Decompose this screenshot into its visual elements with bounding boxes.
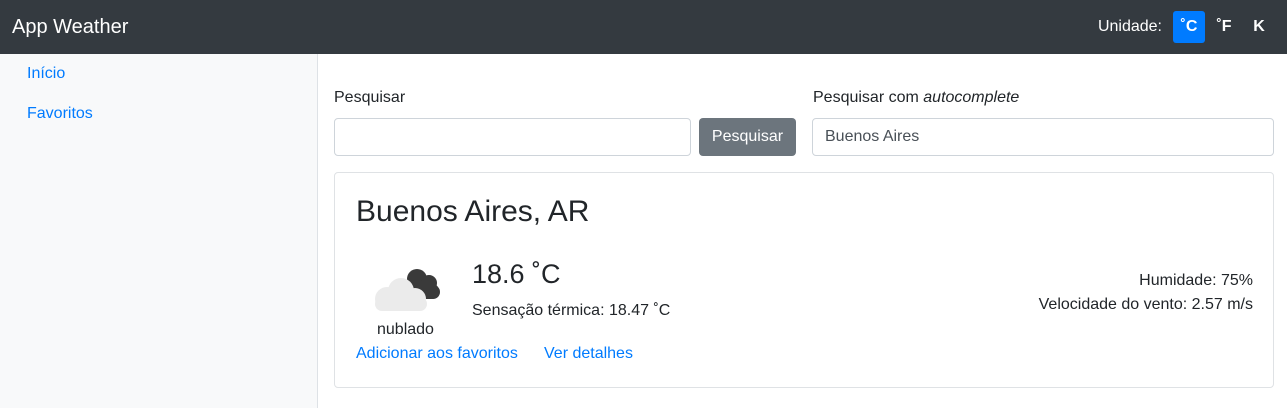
search-label: Pesquisar (334, 89, 406, 106)
autocomplete-label-prefix: Pesquisar com (813, 89, 924, 106)
weather-extra-info: Humidade: 75% Velocidade do vento: 2.57 … (1039, 269, 1253, 317)
weather-card: Buenos Aires, AR nublado 18.6 ˚C Sensaçã… (334, 172, 1274, 388)
unit-fahrenheit-button[interactable]: ˚F (1208, 11, 1240, 43)
search-button[interactable]: Pesquisar (699, 118, 796, 156)
sidebar-item-inicio[interactable]: Início (27, 65, 65, 83)
unit-selector: Unidade: ˚C ˚F K (1098, 11, 1275, 43)
temperature-value: 18.6 ˚C (472, 259, 561, 289)
unit-celsius-button[interactable]: ˚C (1173, 11, 1205, 43)
sidebar-item-favoritos[interactable]: Favoritos (27, 105, 93, 123)
search-input[interactable] (334, 118, 691, 156)
autocomplete-label: Pesquisar com autocomplete (813, 89, 1019, 107)
cloudy-icon (365, 261, 445, 317)
humidity-value: Humidade: 75% (1139, 272, 1253, 289)
add-favorite-link[interactable]: Adicionar aos favoritos (356, 345, 518, 363)
app-brand[interactable]: App Weather (12, 16, 128, 39)
weather-description: nublado (377, 321, 434, 338)
city-title: Buenos Aires, AR (356, 195, 590, 228)
autocomplete-input[interactable]: Buenos Aires (812, 118, 1274, 156)
wind-speed-value: Velocidade do vento: 2.57 m/s (1038, 296, 1253, 313)
view-details-link[interactable]: Ver detalhes (544, 345, 633, 363)
sidebar: Início Favoritos (0, 54, 318, 408)
unit-label: Unidade: (1097, 18, 1162, 35)
top-navbar: App Weather Unidade: ˚C ˚F K (0, 0, 1287, 54)
feels-like-value: Sensação térmica: 18.47 ˚C (472, 302, 671, 319)
autocomplete-label-emphasis: autocomplete (923, 89, 1020, 106)
unit-kelvin-button[interactable]: K (1243, 11, 1275, 43)
